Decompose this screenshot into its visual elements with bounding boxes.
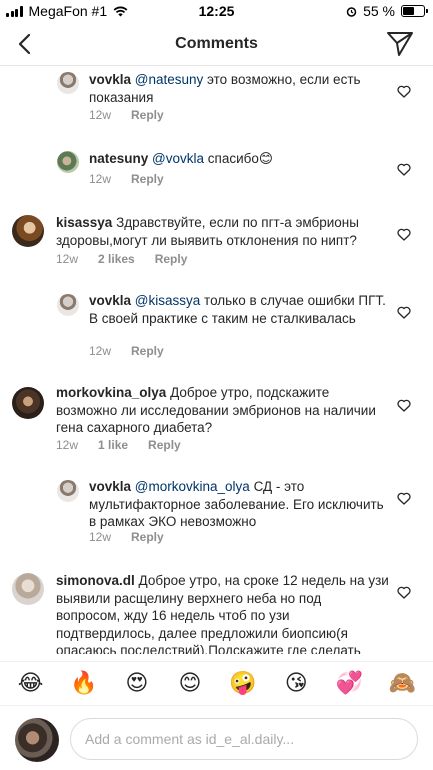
comment-mention[interactable]: @morkovkina_olya <box>135 479 250 494</box>
avatar[interactable] <box>12 215 44 247</box>
status-bar: MegaFon #1 12:25 55 % <box>0 0 433 22</box>
comment-text: natesuny @vovkla спасибо😊 <box>89 150 389 168</box>
comment-time: 12w <box>89 344 112 358</box>
emoji-zany-icon[interactable]: 🤪 <box>228 672 258 695</box>
comment-meta: 12w Reply <box>89 530 164 544</box>
comment-meta: 12w 2 likes Reply <box>56 252 187 266</box>
comment-composer <box>0 705 433 770</box>
comment-time: 12w <box>56 438 79 452</box>
avatar[interactable] <box>57 294 79 316</box>
comment-meta: 12w 1 like Reply <box>56 438 181 452</box>
emoji-smile-icon[interactable]: 😊 <box>175 672 205 695</box>
emoji-fire-icon[interactable]: 🔥 <box>69 672 99 695</box>
comment-text: simonova.dl Доброе утро, на сроке 12 нед… <box>56 572 389 654</box>
avatar[interactable] <box>12 387 44 419</box>
nav-bar: Comments <box>0 22 433 66</box>
like-heart-icon[interactable] <box>397 85 411 98</box>
comment-time: 12w <box>89 530 112 544</box>
reply-button[interactable]: Reply <box>131 172 164 186</box>
battery-percent: 55 % <box>363 3 395 19</box>
emoji-hearts-icon[interactable]: 💞 <box>334 672 364 695</box>
reply-button[interactable]: Reply <box>148 438 181 452</box>
comment-username[interactable]: natesuny <box>89 151 148 166</box>
like-heart-icon[interactable] <box>397 306 411 319</box>
emoji-laughing-icon[interactable]: 😂 <box>16 672 46 695</box>
page-title: Comments <box>175 35 258 52</box>
share-direct-button[interactable] <box>385 30 415 58</box>
comment-text: kisassya Здравствуйте, если по пгт-а эмб… <box>56 214 389 249</box>
like-heart-icon[interactable] <box>397 492 411 505</box>
avatar[interactable] <box>57 480 79 502</box>
comment-meta: 12w Reply <box>89 172 164 186</box>
comment-time: 12w <box>89 108 112 122</box>
like-heart-icon[interactable] <box>397 399 411 412</box>
reply-button[interactable]: Reply <box>131 530 164 544</box>
comment-username[interactable]: vovkla <box>89 479 131 494</box>
comment-text: vovkla @kisassya только в случае ошибки … <box>89 292 389 327</box>
comment-text: vovkla @natesuny это возможно, если есть… <box>89 71 389 106</box>
comment-time: 12w <box>89 172 112 186</box>
comment-input[interactable] <box>70 718 418 760</box>
likes-count[interactable]: 2 likes <box>98 252 135 266</box>
comment-mention[interactable]: @vovkla <box>152 151 204 166</box>
emoji-kiss-icon[interactable]: 😘 <box>281 672 311 695</box>
battery-icon <box>401 5 428 17</box>
comment-body: только в случае ошибки ПГТ. В своей прак… <box>89 293 386 326</box>
like-heart-icon[interactable] <box>397 586 411 599</box>
comment-text: vovkla @morkovkina_olya СД - это мультиф… <box>89 478 389 531</box>
comment-text: morkovkina_olya Доброе утро, подскажите … <box>56 384 389 437</box>
avatar[interactable] <box>12 573 44 605</box>
comment-meta: 12w Reply <box>89 108 164 122</box>
comment-username[interactable]: vovkla <box>89 72 131 87</box>
comment-username[interactable]: simonova.dl <box>56 573 135 588</box>
comment-username[interactable]: kisassya <box>56 215 112 230</box>
reply-button[interactable]: Reply <box>131 344 164 358</box>
user-avatar <box>15 718 59 762</box>
comments-list[interactable]: vovkla @natesuny это возможно, если есть… <box>0 66 433 654</box>
reply-button[interactable]: Reply <box>131 108 164 122</box>
comment-time: 12w <box>56 252 79 266</box>
emoji-quick-bar: 😂 🔥 😍 😊 🤪 😘 💞 🙈 <box>0 661 433 705</box>
reply-button[interactable]: Reply <box>155 252 188 266</box>
comment-mention[interactable]: @natesuny <box>135 72 204 87</box>
likes-count[interactable]: 1 like <box>98 438 128 452</box>
avatar[interactable] <box>57 151 79 173</box>
emoji-heart-eyes-icon[interactable]: 😍 <box>122 672 152 695</box>
alarm-icon <box>346 6 357 17</box>
like-heart-icon[interactable] <box>397 228 411 241</box>
comment-username[interactable]: vovkla <box>89 293 131 308</box>
emoji-see-no-evil-icon[interactable]: 🙈 <box>387 672 417 695</box>
like-heart-icon[interactable] <box>397 163 411 176</box>
comment-mention[interactable]: @kisassya <box>135 293 200 308</box>
comment-username[interactable]: morkovkina_olya <box>56 385 166 400</box>
avatar[interactable] <box>57 72 79 94</box>
comment-meta: 12w Reply <box>89 344 164 358</box>
comment-body: спасибо😊 <box>204 151 273 166</box>
